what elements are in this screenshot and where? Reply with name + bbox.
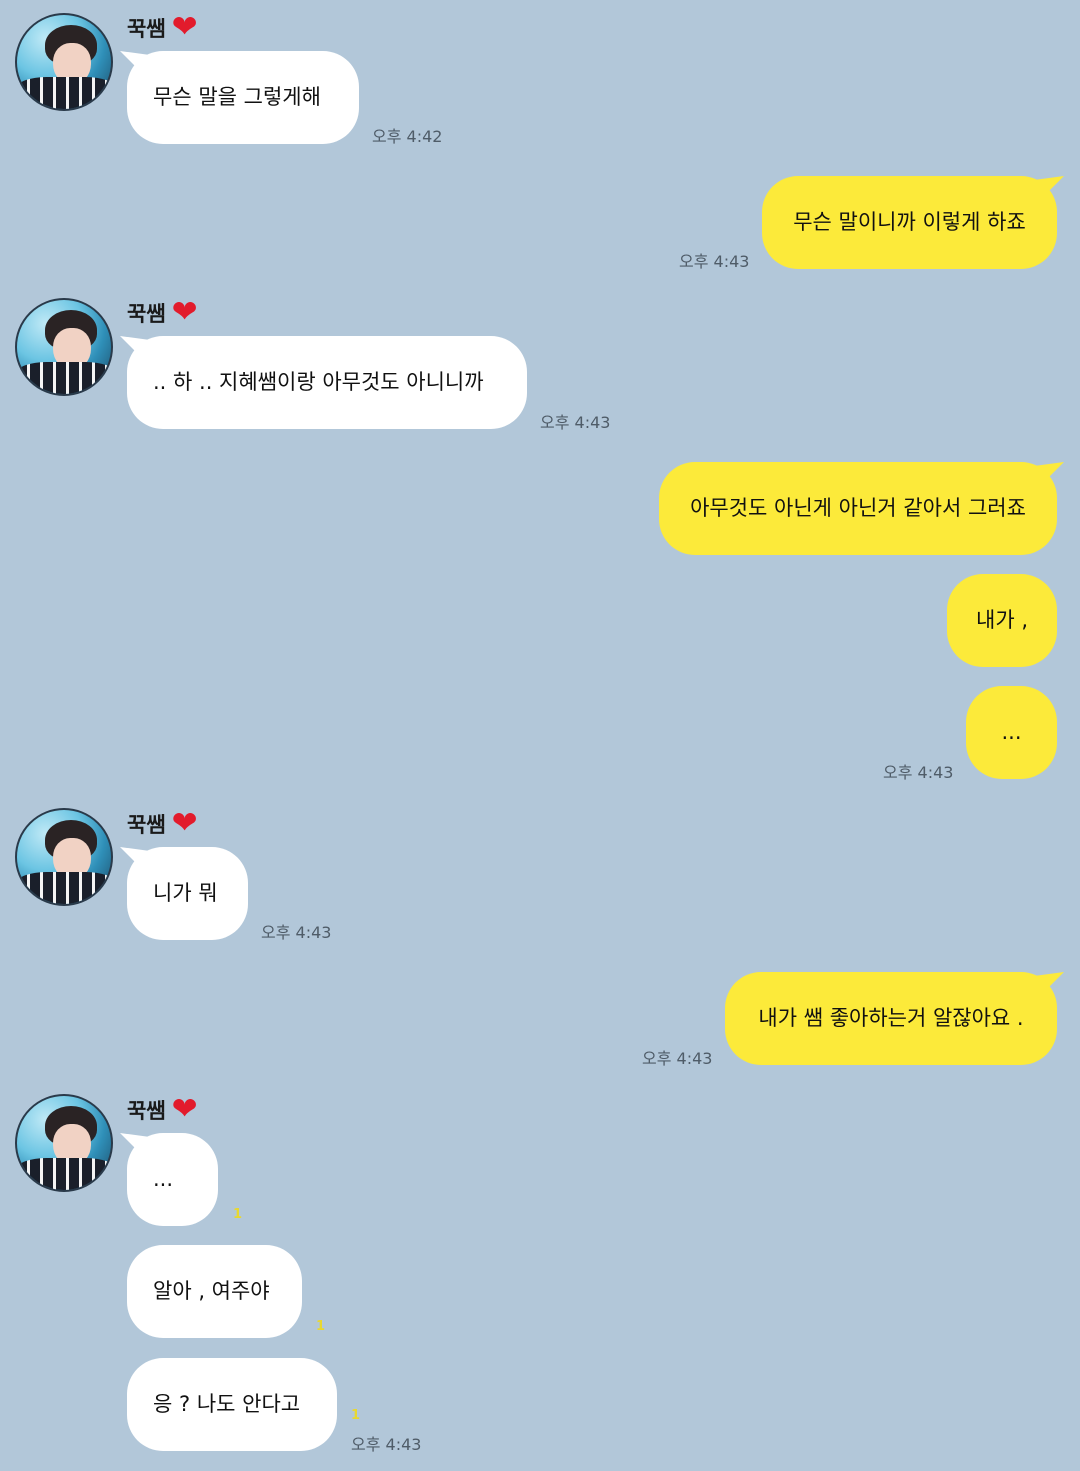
message-bubble-outgoing[interactable]: 아무것도 아닌게 아닌거 같아서 그러죠 bbox=[659, 462, 1057, 555]
sender-name: 꾹쌤 ❤ bbox=[127, 9, 198, 45]
avatar[interactable] bbox=[15, 808, 113, 906]
heart-icon: ❤ bbox=[171, 294, 198, 330]
message-text: 응 ? 나도 안다고 bbox=[153, 1391, 301, 1416]
message-text: 무슨 말이니까 이렇게 하죠 bbox=[793, 209, 1026, 234]
unread-count: 1 bbox=[233, 1207, 243, 1222]
message-bubble-incoming[interactable]: 무슨 말을 그렇게해 bbox=[127, 51, 359, 144]
message-bubble-incoming[interactable]: 응 ? 나도 안다고 bbox=[127, 1358, 337, 1451]
message-bubble-outgoing[interactable]: 무슨 말이니까 이렇게 하죠 bbox=[762, 176, 1057, 269]
message-bubble-outgoing[interactable]: ... bbox=[966, 686, 1057, 779]
heart-icon: ❤ bbox=[171, 1091, 198, 1127]
message-time: 오후 4:43 bbox=[261, 923, 332, 942]
message-text: 무슨 말을 그렇게해 bbox=[153, 84, 321, 109]
message-time: 오후 4:43 bbox=[679, 252, 750, 271]
message-time: 오후 4:43 bbox=[351, 1435, 422, 1454]
sender-name: 꾹쌤 ❤ bbox=[127, 805, 198, 841]
avatar[interactable] bbox=[15, 298, 113, 396]
message-bubble-outgoing[interactable]: 내가 쌤 좋아하는거 알잖아요 . bbox=[725, 972, 1057, 1065]
message-text: 알아 , 여주야 bbox=[153, 1278, 270, 1303]
sender-name: 꾹쌤 ❤ bbox=[127, 1091, 198, 1127]
message-text: 내가 , bbox=[976, 607, 1028, 632]
message-time: 오후 4:42 bbox=[372, 127, 443, 146]
message-text: 아무것도 아닌게 아닌거 같아서 그러죠 bbox=[690, 495, 1026, 520]
message-time: 오후 4:43 bbox=[642, 1049, 713, 1068]
message-time: 오후 4:43 bbox=[883, 763, 954, 782]
message-text: 내가 쌤 좋아하는거 알잖아요 . bbox=[758, 1005, 1024, 1030]
message-text: ... bbox=[1001, 719, 1022, 744]
message-text: .. 하 .. 지혜쌤이랑 아무것도 아니니까 bbox=[153, 369, 484, 394]
avatar[interactable] bbox=[15, 13, 113, 111]
message-text: ... bbox=[153, 1166, 174, 1191]
message-bubble-incoming[interactable]: ... bbox=[127, 1133, 218, 1226]
unread-count: 1 bbox=[316, 1319, 326, 1334]
avatar[interactable] bbox=[15, 1094, 113, 1192]
message-bubble-outgoing[interactable]: 내가 , bbox=[947, 574, 1057, 667]
unread-count: 1 bbox=[351, 1408, 361, 1423]
message-text: 니가 뭐 bbox=[153, 880, 218, 905]
heart-icon: ❤ bbox=[171, 9, 198, 45]
heart-icon: ❤ bbox=[171, 805, 198, 841]
message-bubble-incoming[interactable]: 알아 , 여주야 bbox=[127, 1245, 302, 1338]
sender-name: 꾹쌤 ❤ bbox=[127, 294, 198, 330]
message-time: 오후 4:43 bbox=[540, 413, 611, 432]
message-bubble-incoming[interactable]: 니가 뭐 bbox=[127, 847, 248, 940]
message-bubble-incoming[interactable]: .. 하 .. 지혜쌤이랑 아무것도 아니니까 bbox=[127, 336, 527, 429]
